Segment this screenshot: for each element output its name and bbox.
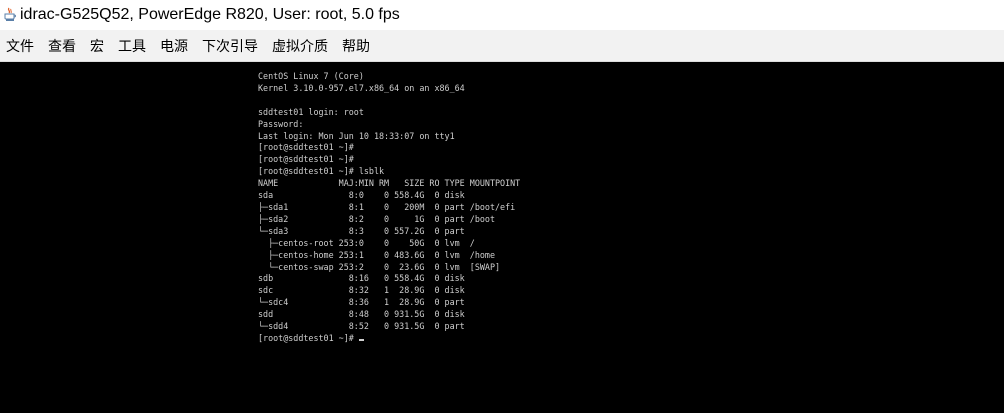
menu-macros[interactable]: 宏 — [86, 36, 108, 56]
menu-virtual-media[interactable]: 虚拟介质 — [268, 36, 332, 56]
console-lines: CentOS Linux 7 (Core) Kernel 3.10.0-957.… — [258, 71, 521, 332]
menu-power[interactable]: 电源 — [156, 36, 192, 56]
menu-bar: 文件 查看 宏 工具 电源 下次引导 虚拟介质 帮助 — [0, 30, 1004, 62]
text-cursor — [358, 338, 364, 341]
menu-tools[interactable]: 工具 — [114, 36, 150, 56]
menu-view[interactable]: 查看 — [44, 36, 80, 56]
console-output: CentOS Linux 7 (Core) Kernel 3.10.0-957.… — [258, 71, 520, 345]
title-bar: idrac-G525Q52, PowerEdge R820, User: roo… — [0, 0, 1004, 30]
remote-console-screen[interactable]: CentOS Linux 7 (Core) Kernel 3.10.0-957.… — [0, 62, 1004, 413]
menu-next-boot[interactable]: 下次引导 — [198, 36, 262, 56]
window-title: idrac-G525Q52, PowerEdge R820, User: roo… — [20, 6, 400, 23]
menu-help[interactable]: 帮助 — [338, 36, 374, 56]
java-icon — [3, 7, 17, 23]
console-prompt: [root@sddtest01 ~]# — [258, 332, 359, 343]
menu-file[interactable]: 文件 — [2, 36, 38, 56]
